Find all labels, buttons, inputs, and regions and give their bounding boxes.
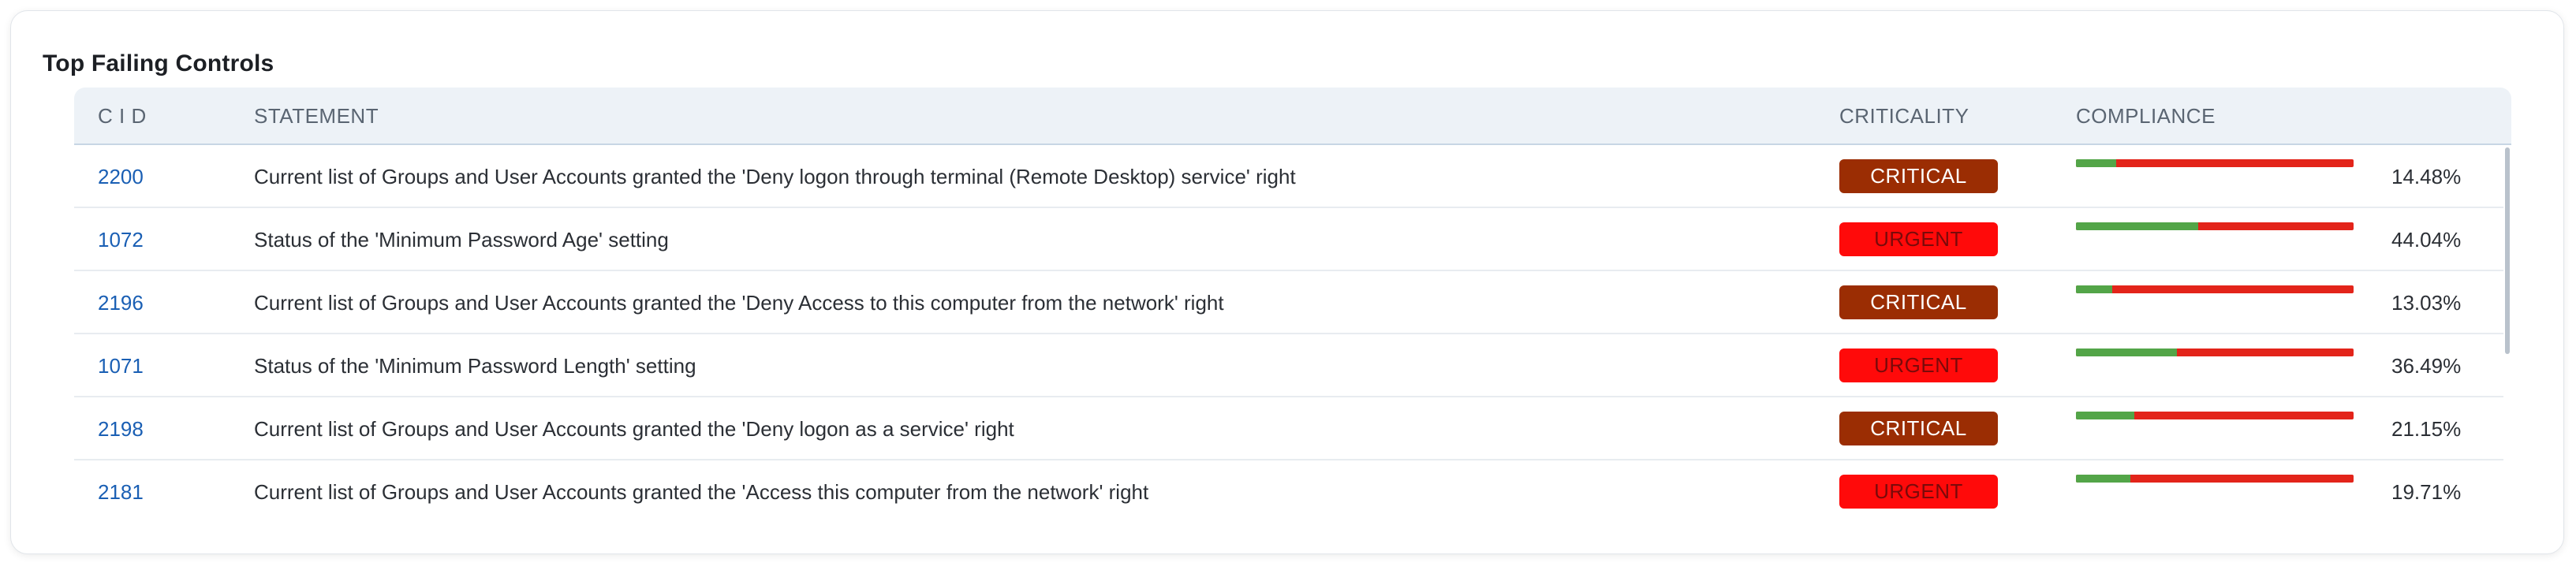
compliance-percent: 14.48% — [2391, 165, 2462, 188]
column-header-criticality[interactable]: CRITICALITY — [1839, 88, 1969, 145]
compliance-bar — [2076, 222, 2354, 230]
table-row[interactable]: 2200 Current list of Groups and User Acco… — [74, 145, 2503, 208]
cid-link[interactable]: 1072 — [98, 208, 144, 271]
column-header-statement[interactable]: STATEMENT — [254, 88, 379, 145]
compliance-bar-fill — [2076, 348, 2178, 356]
compliance-percent: 13.03% — [2391, 291, 2462, 315]
criticality-badge: URGENT — [1839, 348, 1998, 382]
table-scrollbar[interactable] — [2505, 147, 2510, 354]
compliance-bar-fill — [2076, 159, 2116, 167]
compliance-percent: 36.49% — [2391, 354, 2462, 378]
compliance-bar — [2076, 159, 2354, 167]
compliance-bar — [2076, 412, 2354, 419]
table-row[interactable]: 2181 Current list of Groups and User Acco… — [74, 460, 2503, 524]
compliance-bar-fill — [2076, 285, 2112, 293]
cid-link[interactable]: 2181 — [98, 460, 144, 524]
cid-link[interactable]: 2198 — [98, 397, 144, 460]
criticality-badge: CRITICAL — [1839, 159, 1998, 193]
table-header: C I D STATEMENT CRITICALITY COMPLIANCE — [74, 88, 2511, 145]
criticality-badge: URGENT — [1839, 475, 1998, 509]
compliance-bar — [2076, 475, 2354, 483]
compliance-bar-fill — [2076, 475, 2131, 483]
table-row[interactable]: 1072 Status of the 'Minimum Password Age'… — [74, 208, 2503, 271]
compliance-bar-fill — [2076, 412, 2135, 419]
controls-table: C I D STATEMENT CRITICALITY COMPLIANCE 2… — [74, 88, 2511, 545]
compliance-percent: 44.04% — [2391, 228, 2462, 252]
compliance-bar — [2076, 348, 2354, 356]
criticality-badge: CRITICAL — [1839, 285, 1998, 319]
compliance-bar — [2076, 285, 2354, 293]
statement-text: Current list of Groups and User Accounts… — [254, 480, 1149, 504]
statement-text: Current list of Groups and User Accounts… — [254, 291, 1224, 315]
column-header-compliance[interactable]: COMPLIANCE — [2076, 88, 2216, 145]
criticality-badge: CRITICAL — [1839, 412, 1998, 445]
table-row[interactable]: 2198 Current list of Groups and User Acco… — [74, 397, 2503, 460]
statement-text: Current list of Groups and User Accounts… — [254, 165, 1296, 188]
compliance-percent: 21.15% — [2391, 417, 2462, 441]
cid-link[interactable]: 2200 — [98, 145, 144, 208]
statement-text: Status of the 'Minimum Password Age' set… — [254, 228, 669, 252]
card-title: Top Failing Controls — [43, 50, 274, 76]
cid-link[interactable]: 1071 — [98, 334, 144, 397]
table-row[interactable]: 2196 Current list of Groups and User Acco… — [74, 271, 2503, 334]
compliance-bar-fill — [2076, 222, 2199, 230]
cid-link[interactable]: 2196 — [98, 271, 144, 334]
statement-text: Status of the 'Minimum Password Length' … — [254, 354, 696, 378]
statement-text: Current list of Groups and User Accounts… — [254, 417, 1014, 441]
column-header-cid[interactable]: C I D — [98, 88, 147, 145]
table-body: 2200 Current list of Groups and User Acco… — [74, 145, 2503, 524]
compliance-percent: 19.71% — [2391, 480, 2462, 504]
table-row[interactable]: 1071 Status of the 'Minimum Password Leng… — [74, 334, 2503, 397]
top-failing-controls-card: Top Failing Controls C I D STATEMENT CRI… — [10, 10, 2564, 554]
criticality-badge: URGENT — [1839, 222, 1998, 256]
